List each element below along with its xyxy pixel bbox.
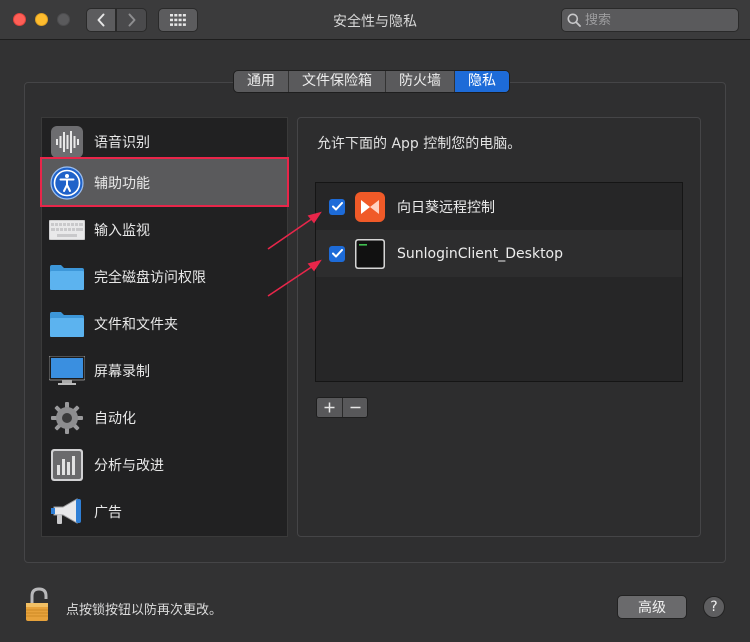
app-row-sunlogin[interactable]: 向日葵远程控制 xyxy=(316,183,682,230)
category-label: 输入监视 xyxy=(94,222,150,239)
category-files-and-folders[interactable]: 文件和文件夹 xyxy=(42,300,287,347)
tab-privacy[interactable]: 隐私 xyxy=(455,71,509,92)
remove-app-button[interactable] xyxy=(342,398,367,417)
category-speech-recognition[interactable]: 语音识别 xyxy=(42,118,287,165)
accessibility-icon xyxy=(49,165,85,201)
add-remove-controls xyxy=(316,397,368,418)
category-analytics[interactable]: 分析与改进 xyxy=(42,441,287,488)
category-label: 广告 xyxy=(94,504,122,521)
minus-icon xyxy=(350,406,360,409)
category-advertising[interactable]: 广告 xyxy=(42,488,287,535)
app-name: 向日葵远程控制 xyxy=(397,199,495,216)
category-label: 文件和文件夹 xyxy=(94,316,178,333)
tab-bar: 通用 文件保险箱 防火墙 隐私 xyxy=(233,70,510,93)
category-label: 语音识别 xyxy=(94,134,150,151)
lock-icon[interactable] xyxy=(24,587,52,623)
app-checkbox[interactable] xyxy=(329,245,345,262)
app-name: SunloginClient_Desktop xyxy=(397,245,564,262)
search-icon xyxy=(567,13,581,27)
category-full-disk-access[interactable]: 完全磁盘访问权限 xyxy=(42,253,287,300)
chart-icon xyxy=(49,447,85,483)
lock-instruction: 点按锁按钮以防再次更改。 xyxy=(66,603,223,618)
waveform-icon xyxy=(49,124,85,160)
category-label: 自动化 xyxy=(94,410,136,427)
search-box[interactable] xyxy=(561,8,739,32)
folder-icon xyxy=(49,259,85,295)
category-input-monitoring[interactable]: 输入监视 xyxy=(42,206,287,253)
help-button[interactable]: ? xyxy=(703,596,725,618)
category-screen-recording[interactable]: 屏幕录制 xyxy=(42,347,287,394)
title-bar: 安全性与隐私 xyxy=(0,0,750,40)
app-checkbox[interactable] xyxy=(329,198,345,215)
gear-icon xyxy=(49,400,85,436)
category-label: 辅助功能 xyxy=(94,175,150,192)
add-app-button[interactable] xyxy=(317,398,342,417)
app-list[interactable]: 向日葵远程控制 SunloginClient_Desktop xyxy=(315,182,683,382)
search-input[interactable] xyxy=(585,12,725,28)
category-label: 屏幕录制 xyxy=(94,363,150,380)
privacy-category-list[interactable]: 语音识别 辅助功能 输入监视 完全磁盘访问权限 文件和文件夹 屏幕录制 自动化 … xyxy=(41,117,288,537)
category-label: 分析与改进 xyxy=(94,457,164,474)
tab-filevault[interactable]: 文件保险箱 xyxy=(289,71,386,92)
tab-firewall[interactable]: 防火墙 xyxy=(386,71,455,92)
folder-icon xyxy=(49,306,85,342)
megaphone-icon xyxy=(49,494,85,530)
advanced-button[interactable]: 高级 xyxy=(617,595,687,619)
app-row-sunloginclient-desktop[interactable]: SunloginClient_Desktop xyxy=(316,230,682,277)
keyboard-icon xyxy=(49,212,85,248)
display-icon xyxy=(49,353,85,389)
category-label: 完全磁盘访问权限 xyxy=(94,269,206,286)
sunlogin-icon xyxy=(355,191,385,222)
checkmark-icon xyxy=(331,202,343,211)
tab-general[interactable]: 通用 xyxy=(234,71,289,92)
category-automation[interactable]: 自动化 xyxy=(42,394,287,441)
panel-description: 允许下面的 App 控制您的电脑。 xyxy=(317,136,522,152)
checkmark-icon xyxy=(331,249,343,258)
terminal-icon xyxy=(355,238,385,269)
category-accessibility[interactable]: 辅助功能 xyxy=(42,159,287,206)
plus-icon xyxy=(324,402,335,413)
